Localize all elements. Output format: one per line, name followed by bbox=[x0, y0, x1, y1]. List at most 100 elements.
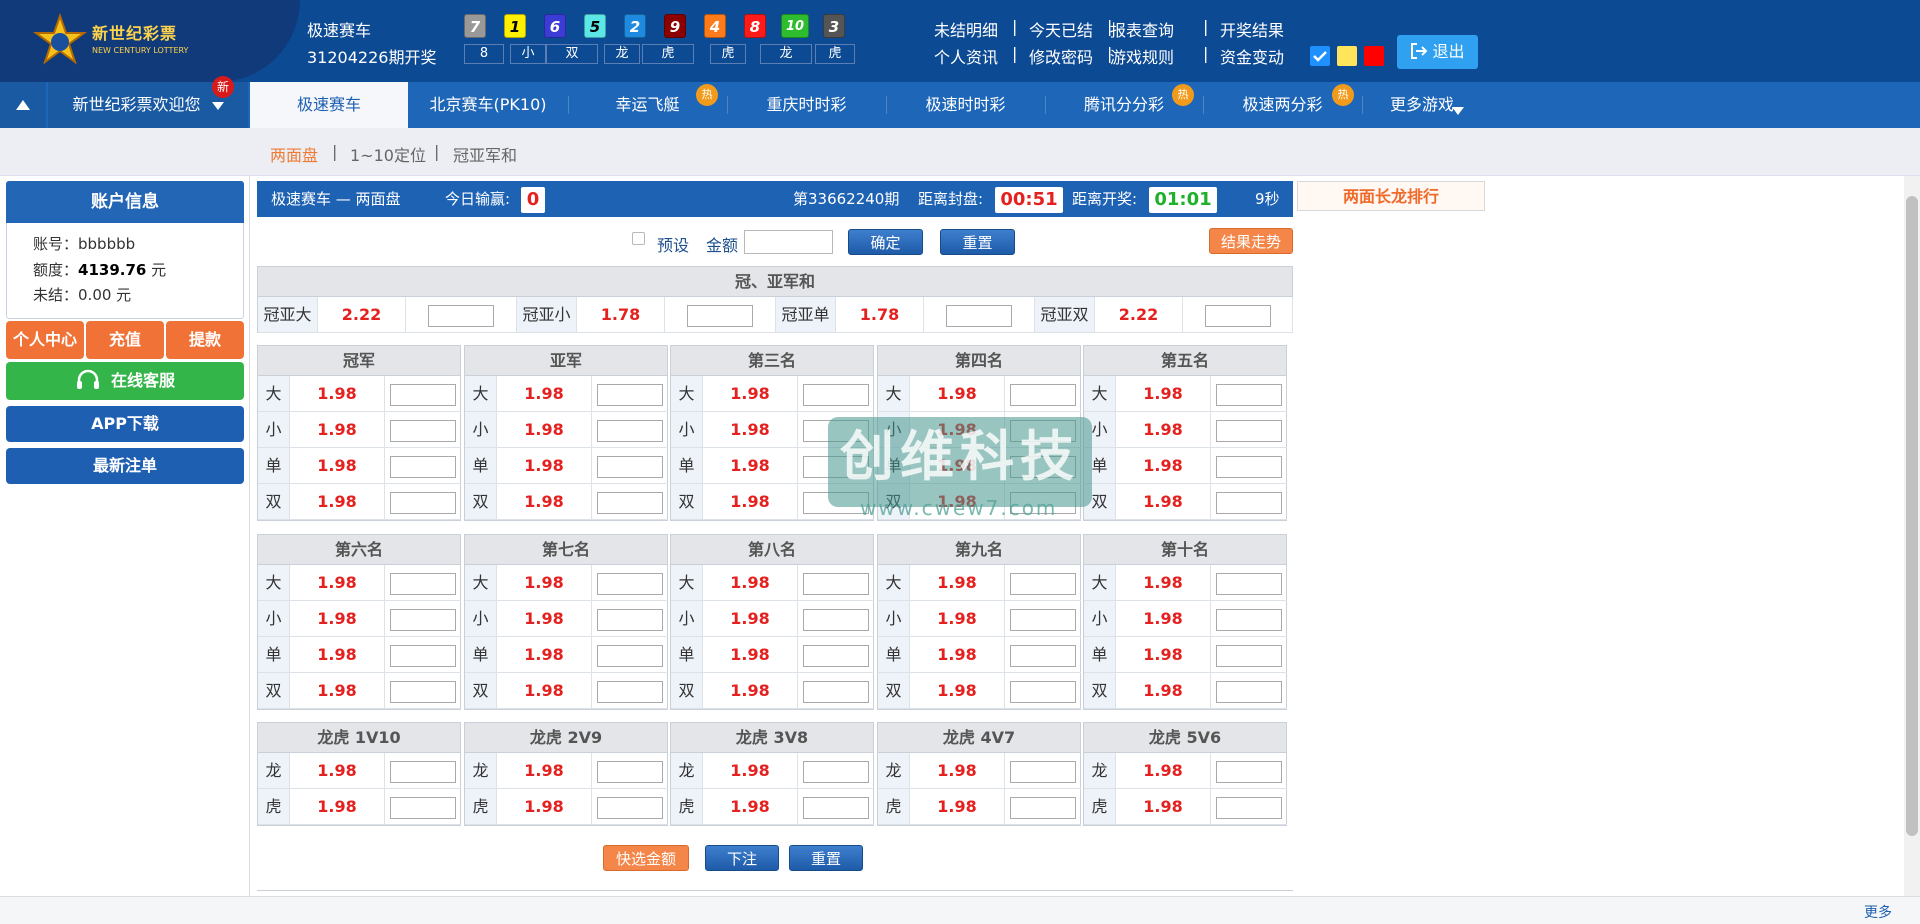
reset-button[interactable]: 重置 bbox=[940, 229, 1015, 255]
theme-swatch-1[interactable] bbox=[1337, 46, 1357, 66]
sum-bet-input[interactable] bbox=[1204, 304, 1271, 327]
unsettled-label: 未结： bbox=[33, 286, 79, 304]
more-link[interactable]: 更多 bbox=[1864, 902, 1892, 922]
dragon-tiger-table: 龙虎 3V8 龙 1.98 虎 1.98 bbox=[670, 722, 874, 826]
bet-amount-input[interactable] bbox=[390, 572, 456, 595]
bet-amount-input[interactable] bbox=[597, 760, 663, 783]
bet-amount-input[interactable] bbox=[390, 796, 456, 819]
bet-amount-input[interactable] bbox=[597, 680, 663, 703]
bet-amount-input[interactable] bbox=[1216, 644, 1282, 667]
top-link-2-1[interactable]: 修改密码 bbox=[1029, 44, 1093, 68]
bet-cell bbox=[1005, 565, 1081, 601]
bet-amount-input[interactable] bbox=[597, 491, 663, 514]
bet-amount-input[interactable] bbox=[390, 644, 456, 667]
sum-bet-label: 冠亚单 bbox=[776, 297, 836, 333]
nav-item-7[interactable]: 更多游戏 bbox=[1362, 82, 1482, 128]
scrollbar-thumb[interactable] bbox=[1906, 196, 1918, 836]
bet-amount-input[interactable] bbox=[390, 383, 456, 406]
bet-amount-input[interactable] bbox=[390, 760, 456, 783]
place-bet-button[interactable]: 下注 bbox=[705, 845, 779, 871]
bet-odds: 1.98 bbox=[1116, 376, 1211, 412]
bet-amount-input[interactable] bbox=[597, 419, 663, 442]
bet-amount-input[interactable] bbox=[597, 572, 663, 595]
long-dragon-ranking-tab[interactable]: 两面长龙排行 bbox=[1297, 181, 1485, 211]
bet-amount-input[interactable] bbox=[1010, 608, 1076, 631]
theme-swatch-2[interactable] bbox=[1364, 46, 1384, 66]
top-link-2-3[interactable]: 资金变动 bbox=[1220, 44, 1284, 68]
result-ball: 6 bbox=[544, 14, 566, 38]
tab-two-sides[interactable]: 两面盘 bbox=[270, 142, 318, 166]
bet-amount-input[interactable] bbox=[597, 455, 663, 478]
bet-amount-input[interactable] bbox=[1010, 760, 1076, 783]
bet-amount-input[interactable] bbox=[1216, 760, 1282, 783]
bet-amount-input[interactable] bbox=[390, 419, 456, 442]
bet-amount-input[interactable] bbox=[597, 608, 663, 631]
bet-amount-input[interactable] bbox=[803, 680, 869, 703]
bet-amount-input[interactable] bbox=[1010, 383, 1076, 406]
refresh-seconds: 9秒 bbox=[1255, 190, 1280, 208]
theme-swatch-0[interactable] bbox=[1310, 46, 1330, 66]
position-table-title: 亚军 bbox=[465, 346, 667, 376]
bet-label: 龙 bbox=[1084, 753, 1116, 789]
top-link-2-0[interactable]: 个人资讯 bbox=[934, 44, 998, 68]
preset-checkbox[interactable] bbox=[632, 232, 645, 245]
sum-bet-cell bbox=[406, 297, 517, 333]
logout-button[interactable]: 退出 bbox=[1397, 35, 1478, 69]
bet-amount-input[interactable] bbox=[1216, 680, 1282, 703]
bet-amount-input[interactable] bbox=[597, 383, 663, 406]
bet-amount-input[interactable] bbox=[1216, 608, 1282, 631]
bet-amount-input[interactable] bbox=[1216, 419, 1282, 442]
quick-amount-button[interactable]: 快选金额 bbox=[603, 845, 689, 871]
bet-cell bbox=[592, 484, 668, 520]
sum-bet-input[interactable] bbox=[428, 304, 494, 327]
nav-item-4[interactable]: 极速时时彩 bbox=[886, 82, 1045, 128]
bet-amount-input[interactable] bbox=[803, 796, 869, 819]
top-link-1-2[interactable]: 报表查询 bbox=[1110, 17, 1174, 41]
top-link-1-0[interactable]: 未结明细 bbox=[934, 17, 998, 41]
amount-input[interactable] bbox=[744, 230, 833, 254]
deposit-button[interactable]: 充值 bbox=[86, 321, 164, 359]
nav-item-3[interactable]: 重庆时时彩 bbox=[727, 82, 886, 128]
result-trend-button[interactable]: 结果走势 bbox=[1209, 228, 1293, 254]
sum-bet-cell bbox=[924, 297, 1035, 333]
latest-bets-button[interactable]: 最新注单 bbox=[6, 448, 244, 484]
top-link-2-2[interactable]: 游戏规则 bbox=[1110, 44, 1174, 68]
bet-amount-input[interactable] bbox=[1010, 572, 1076, 595]
bet-amount-input[interactable] bbox=[390, 455, 456, 478]
app-download-button[interactable]: APP下载 bbox=[6, 406, 244, 442]
withdraw-button[interactable]: 提款 bbox=[166, 321, 244, 359]
bet-amount-input[interactable] bbox=[803, 608, 869, 631]
bet-amount-input[interactable] bbox=[597, 644, 663, 667]
tab-position[interactable]: 1~10定位 bbox=[350, 142, 426, 166]
bet-amount-input[interactable] bbox=[390, 608, 456, 631]
nav-item-0[interactable]: 极速赛车 bbox=[250, 82, 408, 128]
top-link-1-1[interactable]: 今天已结 bbox=[1029, 17, 1093, 41]
bet-amount-input[interactable] bbox=[1010, 680, 1076, 703]
bet-amount-input[interactable] bbox=[803, 644, 869, 667]
bet-amount-input[interactable] bbox=[1216, 383, 1282, 406]
bet-amount-input[interactable] bbox=[1216, 796, 1282, 819]
bet-amount-input[interactable] bbox=[1216, 455, 1282, 478]
online-service-button[interactable]: 在线客服 bbox=[6, 362, 244, 400]
top-link-1-3[interactable]: 开奖结果 bbox=[1220, 17, 1284, 41]
bet-amount-input[interactable] bbox=[597, 796, 663, 819]
sum-bet-input[interactable] bbox=[946, 304, 1012, 327]
confirm-button[interactable]: 确定 bbox=[848, 229, 923, 255]
bet-amount-input[interactable] bbox=[390, 680, 456, 703]
sum-bet-odds: 1.78 bbox=[577, 297, 665, 333]
bet-amount-input[interactable] bbox=[1216, 491, 1282, 514]
bet-amount-input[interactable] bbox=[803, 760, 869, 783]
bet-label: 大 bbox=[671, 376, 703, 412]
bet-amount-input[interactable] bbox=[803, 572, 869, 595]
nav-item-1[interactable]: 北京赛车(PK10) bbox=[408, 82, 568, 128]
bet-amount-input[interactable] bbox=[1010, 796, 1076, 819]
collapse-button[interactable] bbox=[0, 82, 46, 128]
bet-amount-input[interactable] bbox=[1216, 572, 1282, 595]
personal-center-button[interactable]: 个人中心 bbox=[6, 321, 84, 359]
bet-amount-input[interactable] bbox=[803, 383, 869, 406]
bet-amount-input[interactable] bbox=[1010, 644, 1076, 667]
bet-amount-input[interactable] bbox=[390, 491, 456, 514]
reset-bottom-button[interactable]: 重置 bbox=[789, 845, 863, 871]
tab-sum[interactable]: 冠亚军和 bbox=[453, 142, 517, 166]
sum-bet-input[interactable] bbox=[687, 304, 753, 327]
